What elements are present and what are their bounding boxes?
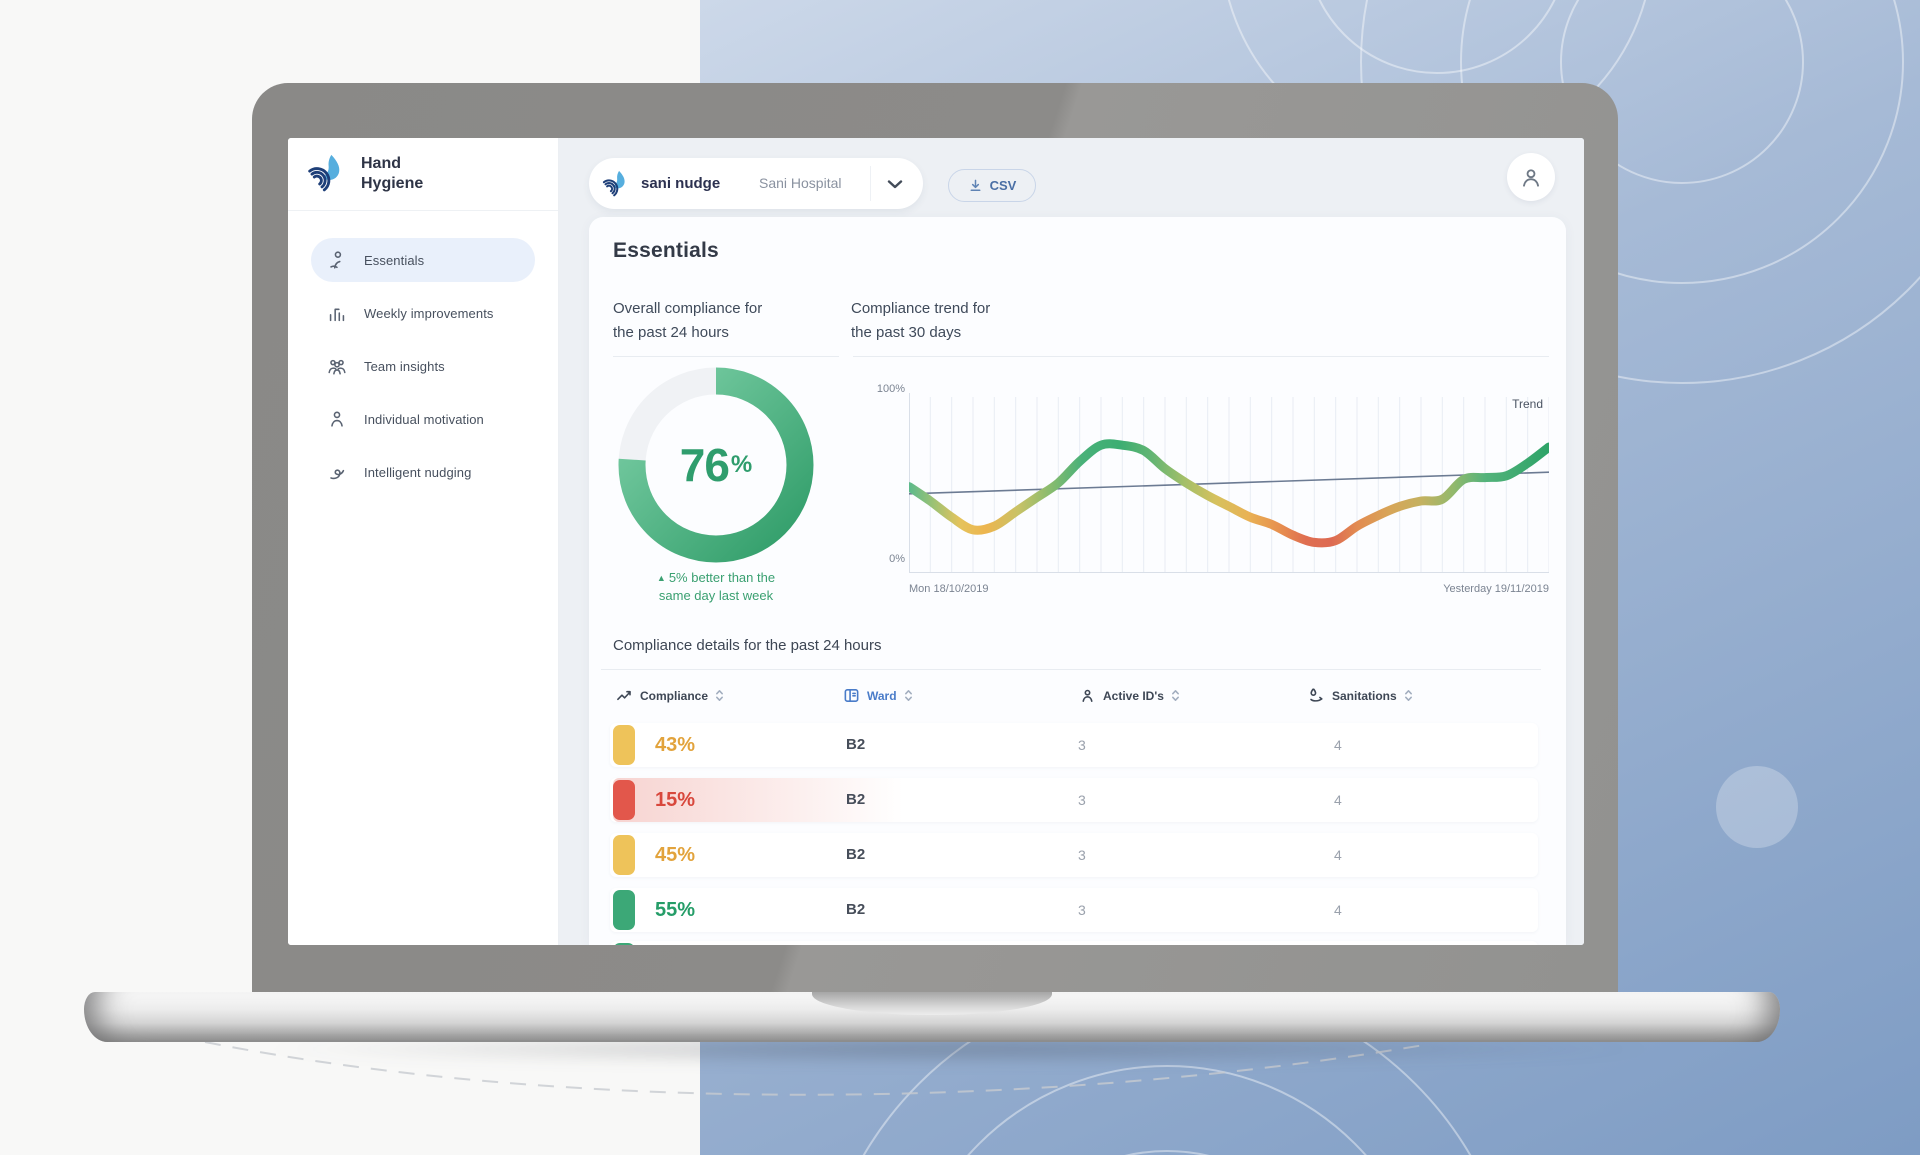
ward-icon (843, 687, 860, 704)
sani-nudge-logo-icon (602, 168, 630, 199)
sort-icon[interactable] (904, 689, 913, 702)
cell-ward: B2 (846, 723, 865, 767)
table-header: Compliance Ward Active ID's Sanitations (589, 687, 1566, 713)
sidebar-item-label: Weekly improvements (364, 306, 494, 321)
donut-section-title: Overall compliance for the past 24 hours (613, 297, 762, 345)
sidebar-item-label: Individual motivation (364, 412, 484, 427)
column-header-compliance[interactable]: Compliance (616, 687, 724, 704)
app-title: Hand Hygiene (361, 154, 423, 194)
column-header-ward[interactable]: Ward (843, 687, 913, 704)
person-icon (1079, 687, 1096, 704)
hand-hygiene-logo-icon (307, 151, 347, 195)
table-row[interactable]: 43% B2 3 4 (610, 723, 1538, 767)
team-insights-icon (326, 355, 348, 377)
table-row[interactable]: 15% B2 3 4 (610, 778, 1538, 822)
sanitations-icon (1308, 687, 1325, 704)
y-axis-max-label: 100% (857, 383, 905, 395)
cell-active-ids: 3 (1078, 778, 1086, 822)
column-header-sanitations[interactable]: Sanitations (1308, 687, 1413, 704)
table-row[interactable] (610, 941, 1538, 945)
laptop-screen: Hand Hygiene Essentials Weekly improvemen… (288, 138, 1584, 945)
person-icon (1518, 164, 1544, 190)
cell-ward: B2 (846, 833, 865, 877)
brand-name: sani nudge (641, 158, 720, 209)
download-icon (968, 178, 983, 193)
trend-section-title: Compliance trend for the past 30 days (851, 297, 990, 345)
table-row[interactable]: 45% B2 3 4 (610, 833, 1538, 877)
csv-download-button[interactable]: CSV (948, 169, 1036, 202)
cell-compliance: 43% (655, 723, 695, 767)
column-label: Compliance (640, 689, 708, 703)
donut-caption: ▲5% better than the same day last week (607, 569, 825, 605)
sidebar: Hand Hygiene Essentials Weekly improvemen… (288, 138, 559, 945)
cell-active-ids: 3 (1078, 888, 1086, 932)
sidebar-item-label: Team insights (364, 359, 445, 374)
sort-icon[interactable] (1404, 689, 1413, 702)
column-label: Active ID's (1103, 689, 1164, 703)
x-axis-start-label: Mon 18/10/2019 (909, 583, 989, 595)
compliance-color-chip (613, 725, 635, 765)
app-title-line1: Hand (361, 154, 423, 174)
app-title-line2: Hygiene (361, 174, 423, 194)
table-divider (601, 669, 1541, 670)
compliance-color-chip (613, 890, 635, 930)
column-label: Sanitations (1332, 689, 1397, 703)
cell-sanitations: 4 (1334, 778, 1342, 822)
main-area: sani nudge Sani Hospital CSV (559, 138, 1584, 945)
sidebar-item-essentials[interactable]: Essentials (311, 238, 535, 282)
section-divider (613, 356, 839, 357)
sidebar-divider (288, 210, 558, 211)
cell-sanitations: 4 (1334, 888, 1342, 932)
compliance-color-chip (613, 943, 635, 945)
sort-icon[interactable] (715, 689, 724, 702)
trend-legend: Trend (1449, 397, 1543, 411)
sidebar-item-label: Essentials (364, 253, 424, 268)
y-axis-min-label: 0% (863, 553, 905, 565)
compliance-donut-chart: 76% (616, 365, 816, 565)
compliance-color-chip (613, 835, 635, 875)
up-triangle-icon: ▲ (657, 573, 666, 583)
cell-ward: B2 (846, 888, 865, 932)
sidebar-item-team-insights[interactable]: Team insights (311, 344, 535, 388)
essentials-icon (326, 249, 348, 271)
cell-active-ids: 3 (1078, 833, 1086, 877)
column-label: Ward (867, 689, 897, 703)
chevron-down-icon[interactable] (883, 172, 907, 196)
section-divider (853, 356, 1549, 357)
x-axis-end-label: Yesterday 19/11/2019 (1229, 583, 1549, 595)
laptop-bezel: Hand Hygiene Essentials Weekly improvemen… (252, 83, 1618, 992)
weekly-improvements-icon (326, 302, 348, 324)
cell-sanitations: 4 (1334, 723, 1342, 767)
cell-ward: B2 (846, 778, 865, 822)
trend-up-icon (616, 687, 633, 704)
user-avatar-button[interactable] (1507, 153, 1555, 201)
sidebar-item-label: Intelligent nudging (364, 465, 471, 480)
pill-divider (870, 166, 871, 201)
csv-label: CSV (990, 178, 1017, 193)
sidebar-menu: Essentials Weekly improvements Team insigh… (311, 238, 535, 503)
compliance-trend-chart (909, 390, 1549, 570)
sidebar-item-intelligent-nudging[interactable]: Intelligent nudging (311, 450, 535, 494)
intelligent-nudging-icon (326, 461, 348, 483)
hospital-name: Sani Hospital (759, 158, 842, 209)
hospital-selector[interactable]: sani nudge Sani Hospital (589, 158, 923, 209)
column-header-active-ids[interactable]: Active ID's (1079, 687, 1180, 704)
decor-circle (1716, 766, 1798, 848)
page-title: Essentials (613, 239, 719, 263)
compliance-color-chip (613, 780, 635, 820)
cell-active-ids: 3 (1078, 723, 1086, 767)
cell-sanitations: 4 (1334, 833, 1342, 877)
table-row[interactable]: 55% B2 3 4 (610, 888, 1538, 932)
essentials-card: Essentials Overall compliance for the pa… (589, 217, 1566, 945)
individual-motivation-icon (326, 408, 348, 430)
sidebar-item-weekly-improvements[interactable]: Weekly improvements (311, 291, 535, 335)
marketing-scene: Hand Hygiene Essentials Weekly improvemen… (0, 0, 1920, 1155)
cell-compliance: 55% (655, 888, 695, 932)
cell-compliance: 15% (655, 778, 695, 822)
sidebar-item-individual-motivation[interactable]: Individual motivation (311, 397, 535, 441)
table-title: Compliance details for the past 24 hours (613, 637, 881, 654)
cell-compliance: 45% (655, 833, 695, 877)
sort-icon[interactable] (1171, 689, 1180, 702)
donut-value: 76% (616, 365, 816, 565)
